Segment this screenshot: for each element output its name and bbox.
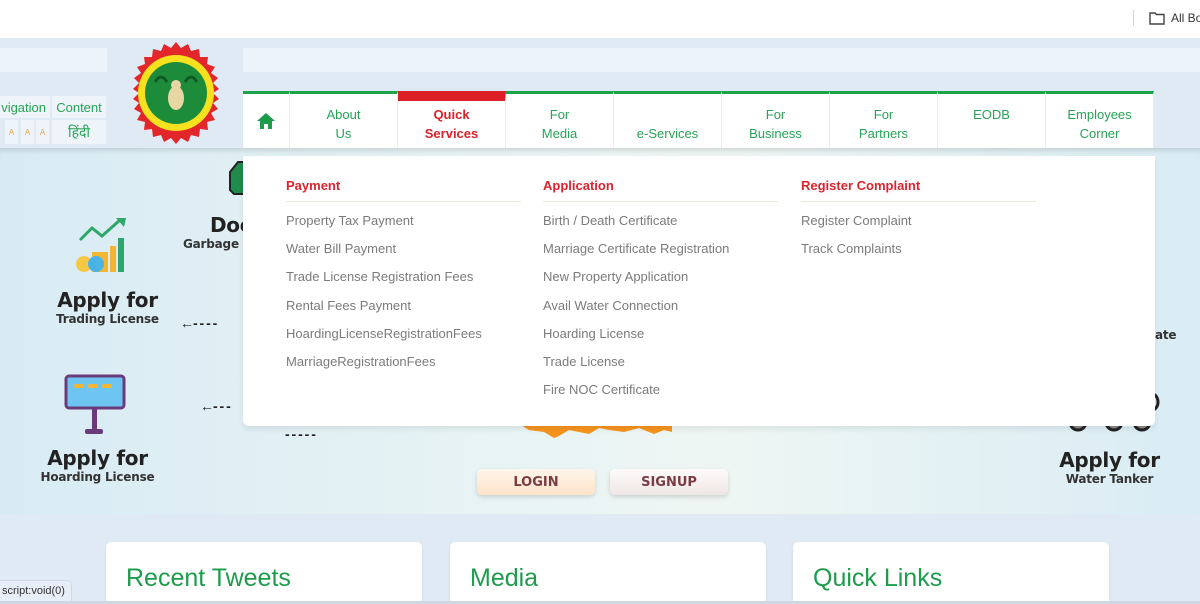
nav-label-line2: Us [335, 126, 352, 141]
nav-about-us[interactable]: About Us [290, 91, 398, 148]
folder-icon [1149, 12, 1165, 25]
quick-services-dropdown: Payment Property Tax Payment Water Bill … [243, 156, 1155, 426]
emblem-icon [133, 42, 219, 144]
menu-link-register-complaint[interactable]: Register Complaint [801, 207, 1036, 235]
nav-for-business[interactable]: For Business [722, 91, 830, 148]
nav-label-line2: Media [541, 126, 578, 141]
menu-column-register-complaint: Register Complaint Register Complaint Tr… [801, 178, 1036, 263]
browser-status-bar: script:void(0) [0, 580, 72, 602]
nav-for-partners[interactable]: For Partners [830, 91, 938, 148]
login-button[interactable]: LOGIN [477, 469, 595, 495]
card-title: Recent Tweets [126, 564, 291, 592]
menu-link-fire-noc-certificate[interactable]: Fire NOC Certificate [543, 376, 778, 404]
font-size-increase-button[interactable]: A [36, 120, 49, 144]
state-emblem-logo[interactable] [125, 42, 227, 144]
language-hindi-link[interactable]: हिंदी [52, 120, 106, 144]
service-water-tanker[interactable]: Apply for Water Tanker [1052, 448, 1167, 486]
menu-column-heading: Application [543, 178, 778, 202]
nav-label-line2: Services [424, 126, 479, 141]
nav-label-line1: Quick [433, 107, 470, 122]
nav-label-line1: For [765, 107, 786, 122]
nav-label-line2: Corner [1079, 126, 1120, 141]
dashed-curve-icon: - - - - - [285, 426, 316, 442]
nav-label-line1: For [873, 107, 894, 122]
nav-quick-services[interactable]: Quick Services [398, 91, 506, 156]
signup-button[interactable]: SIGNUP [610, 469, 728, 495]
card-quick-links: Quick Links [793, 542, 1109, 604]
main-navigation: About Us Quick Services For Media e-Serv… [243, 91, 1154, 156]
nav-label-line1: About [326, 107, 361, 122]
service-subtitle: Water Tanker [1065, 472, 1154, 486]
nav-label-line1: For [549, 107, 570, 122]
service-subtitle: Hoarding License [40, 470, 155, 484]
skip-to-content-link[interactable]: Content [52, 96, 106, 118]
nav-label-line2: Partners [858, 126, 909, 141]
page: vigation Content A A A हिंदी About Us Qu… [0, 38, 1200, 604]
menu-link-marriage-registration-fees[interactable]: MarriageRegistrationFees [286, 348, 521, 376]
card-media: Media [450, 542, 766, 604]
nav-home[interactable] [243, 91, 290, 148]
dashed-arrow-icon: ←- - - [200, 398, 231, 414]
nav-label: e-Services [636, 126, 699, 141]
all-bookmarks-label: All Bo [1171, 11, 1200, 25]
service-title: Apply for [57, 288, 158, 312]
menu-link-new-property-application[interactable]: New Property Application [543, 263, 778, 291]
menu-link-rental-fees-payment[interactable]: Rental Fees Payment [286, 292, 521, 320]
service-title: Apply for [1059, 448, 1160, 472]
service-hoarding-license[interactable]: Apply for Hoarding License [40, 446, 155, 484]
nav-employees-corner[interactable]: Employees Corner [1046, 91, 1154, 148]
service-title: Apply for [47, 446, 148, 470]
menu-link-property-tax-payment[interactable]: Property Tax Payment [286, 207, 521, 235]
nav-label: EODB [973, 107, 1010, 122]
card-title: Media [470, 564, 539, 592]
nav-for-media[interactable]: For Media [506, 91, 614, 148]
nav-eodb[interactable]: EODB [938, 91, 1046, 148]
home-icon [257, 113, 275, 129]
service-trading-license[interactable]: Apply for Trading License [50, 288, 165, 326]
menu-link-hoarding-license-registration-fees[interactable]: HoardingLicenseRegistrationFees [286, 320, 521, 348]
nav-label-line2: Business [749, 126, 802, 141]
service-certificate[interactable]: ate [1155, 328, 1177, 342]
dashed-arrow-icon: ←- - - - [180, 315, 217, 331]
billboard-icon [64, 374, 126, 434]
font-size-normal-button[interactable]: A [21, 120, 34, 144]
nav-e-services[interactable]: e-Services [614, 91, 722, 148]
trading-growth-icon [76, 218, 126, 272]
all-bookmarks-button[interactable]: All Bo [1149, 11, 1200, 25]
nav-label-line1: Employees [1067, 107, 1132, 122]
top-strip-left [0, 48, 107, 72]
font-size-decrease-button[interactable]: A [5, 120, 18, 144]
menu-column-heading: Payment [286, 178, 521, 202]
menu-column-payment: Payment Property Tax Payment Water Bill … [286, 178, 521, 376]
menu-link-water-bill-payment[interactable]: Water Bill Payment [286, 235, 521, 263]
skip-to-navigation-link[interactable]: vigation [0, 96, 50, 118]
card-title: Quick Links [813, 564, 943, 592]
menu-link-avail-water-connection[interactable]: Avail Water Connection [543, 292, 778, 320]
top-strip-right [243, 48, 1200, 72]
menu-link-track-complaints[interactable]: Track Complaints [801, 235, 1036, 263]
bookmarks-separator [1133, 10, 1134, 26]
menu-link-birth-death-certificate[interactable]: Birth / Death Certificate [543, 207, 778, 235]
menu-link-trade-license-registration-fees[interactable]: Trade License Registration Fees [286, 263, 521, 291]
menu-link-marriage-certificate-registration[interactable]: Marriage Certificate Registration [543, 235, 778, 263]
service-subtitle: Trading License [56, 312, 159, 326]
accessibility-panel: vigation Content A A A हिंदी [0, 96, 108, 146]
card-recent-tweets: Recent Tweets [106, 542, 422, 604]
service-subtitle: ate [1155, 328, 1177, 342]
menu-link-trade-license[interactable]: Trade License [543, 348, 778, 376]
browser-bookmarks-bar: All Bo [0, 0, 1200, 38]
menu-column-heading: Register Complaint [801, 178, 1036, 202]
menu-column-application: Application Birth / Death Certificate Ma… [543, 178, 778, 404]
menu-link-hoarding-license[interactable]: Hoarding License [543, 320, 778, 348]
